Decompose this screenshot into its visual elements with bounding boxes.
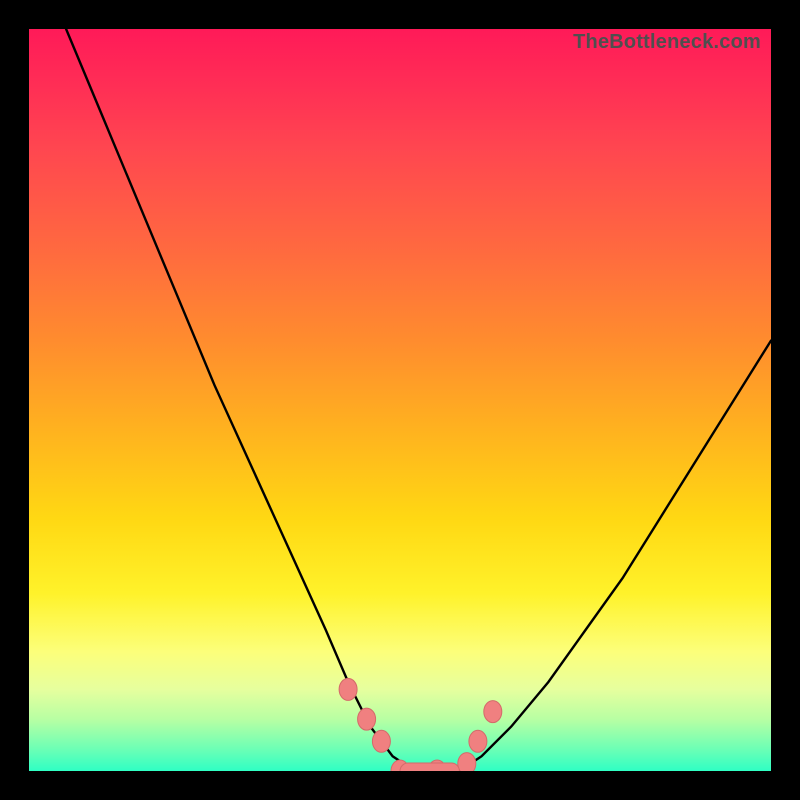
marker-group <box>339 678 502 771</box>
curve-marker <box>358 708 376 730</box>
bottleneck-curve <box>66 29 771 771</box>
chart-frame: TheBottleneck.com <box>0 0 800 800</box>
plot-area: TheBottleneck.com <box>29 29 771 771</box>
chart-overlay <box>29 29 771 771</box>
valley-floor-marker <box>400 763 459 771</box>
curve-marker <box>469 730 487 752</box>
curve-marker <box>458 753 476 771</box>
curve-marker <box>484 701 502 723</box>
curve-marker <box>339 678 357 700</box>
curve-marker <box>372 730 390 752</box>
